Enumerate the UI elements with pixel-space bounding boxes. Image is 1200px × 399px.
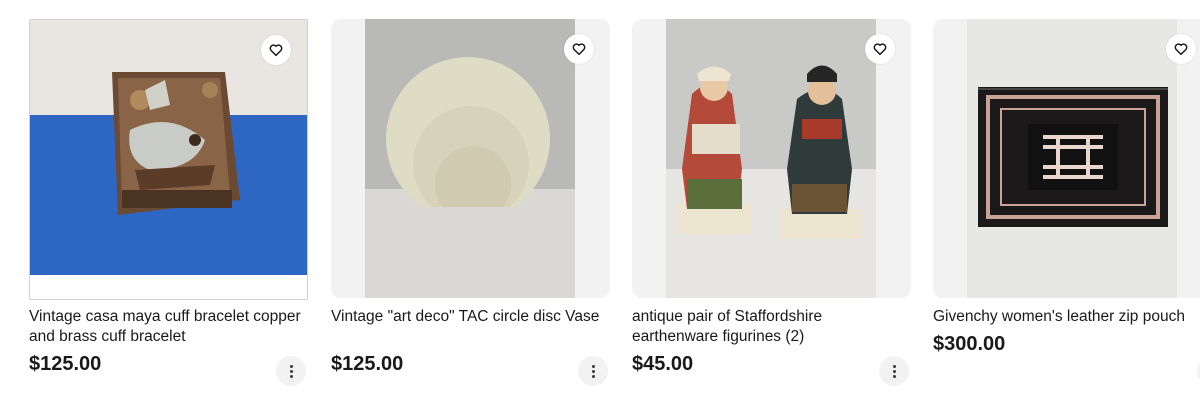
listing-card[interactable]: Givenchy women's leather zip pouch $300.… <box>933 19 1200 386</box>
watch-button[interactable] <box>564 34 594 64</box>
listing-price: $45.00 <box>632 353 694 375</box>
listing-title[interactable]: antique pair of Staffordshire earthenwar… <box>632 307 911 347</box>
listing-image[interactable] <box>331 19 610 298</box>
more-options-button[interactable] <box>879 356 909 386</box>
listing-card[interactable]: Vintage "art deco" TAC circle disc Vase … <box>331 19 610 386</box>
listing-title[interactable]: Givenchy women's leather zip pouch <box>933 307 1200 327</box>
listing-card[interactable]: antique pair of Staffordshire earthenwar… <box>632 19 911 386</box>
heart-icon <box>1174 43 1188 56</box>
listing-title[interactable]: Vintage casa maya cuff bracelet copper a… <box>29 307 308 347</box>
heart-icon <box>269 44 283 57</box>
cream-disc-vase-photo <box>331 19 610 298</box>
listing-price: $125.00 <box>29 353 102 375</box>
watch-button[interactable] <box>1166 34 1196 64</box>
listing-price: $300.00 <box>933 333 1006 355</box>
more-vertical-icon <box>289 364 293 378</box>
listing-image[interactable] <box>933 19 1200 298</box>
watch-button[interactable] <box>865 34 895 64</box>
listing-price: $125.00 <box>331 353 404 375</box>
more-options-button[interactable] <box>276 356 306 386</box>
heart-icon <box>873 43 887 56</box>
listing-card[interactable]: Vintage casa maya cuff bracelet copper a… <box>29 19 308 386</box>
more-options-button[interactable] <box>578 356 608 386</box>
watch-button[interactable] <box>261 35 291 65</box>
heart-icon <box>572 43 586 56</box>
more-vertical-icon <box>892 364 896 378</box>
staffordshire-figurines-photo <box>632 19 911 298</box>
more-vertical-icon <box>591 364 595 378</box>
givenchy-pouch-photo <box>933 19 1200 298</box>
listing-title[interactable]: Vintage "art deco" TAC circle disc Vase <box>331 307 610 327</box>
listing-image[interactable] <box>632 19 911 298</box>
listing-image[interactable] <box>29 19 308 300</box>
copper-brass-cuff-bracelet-photo <box>30 20 307 299</box>
